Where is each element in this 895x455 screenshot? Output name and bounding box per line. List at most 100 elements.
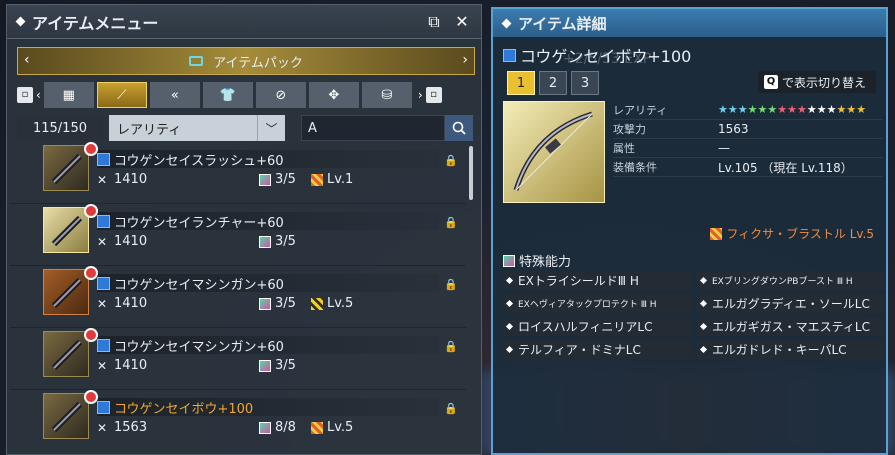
diamond-icon (505, 322, 514, 331)
rarity-star-icon: ★ (797, 103, 807, 116)
toggle-display-hint[interactable]: Q で表示切り替え (757, 71, 876, 93)
level-tab-1[interactable]: 1 (507, 71, 535, 95)
item-detail-panel: アイテム詳細 コウゲンセイボウ+100 +2/5/53 EXP 1 2 3 Q … (491, 7, 888, 455)
search-button[interactable] (445, 115, 473, 141)
rarity-star-icon: ★ (757, 103, 768, 116)
attack-label: 攻撃力 (613, 123, 646, 136)
no-entry-icon (84, 390, 98, 404)
rarity-star-icon: ★ (737, 103, 748, 116)
item-slot-value: 3/5 (275, 358, 296, 373)
rarity-star-icon: ★ (846, 103, 857, 116)
item-fixa-level: Lv.5 (311, 420, 353, 435)
lock-icon[interactable]: 🔒 (444, 216, 458, 229)
weapon-icon (51, 277, 83, 309)
item-menu-header: アイテムメニュー ⧉ ✕ (7, 5, 481, 39)
item-row[interactable]: コウゲンセイスラッシュ+60 ✕ 1410 3/5 Lv.1 🔒 (10, 142, 466, 204)
fixa-icon (311, 173, 323, 186)
item-attack: 1563 (114, 420, 148, 435)
tab-weapons[interactable]: ⟋ (96, 82, 147, 108)
item-row[interactable]: コウゲンセイマシンガン+60 ✕ 1410 3/5 🔒 (10, 328, 466, 390)
tab-consumables[interactable]: ✥ (308, 82, 359, 108)
chevron-down-icon[interactable]: ﹀ (257, 115, 285, 141)
attack-icon: ✕ (97, 358, 108, 373)
item-row[interactable]: コウゲンセイボウ+100 ✕ 1563 8/8 Lv.5 🔒 (10, 390, 466, 447)
item-thumbnail (43, 331, 89, 377)
list-scrollbar[interactable] (469, 146, 473, 200)
sort-dropdown[interactable]: レアリティ ﹀ (109, 115, 285, 141)
special-ability-item: EXブリングダウンPBブースト Ⅲ H (697, 271, 885, 290)
special-ability-label: エルガドレド・キーパLC (712, 343, 847, 357)
pack-icon (189, 56, 204, 66)
item-pack-selector[interactable]: ‹ アイテムパック › (17, 47, 475, 75)
no-entry-icon (84, 204, 98, 218)
rarity-label: レアリティ (613, 104, 668, 117)
tab-units[interactable]: « (149, 82, 200, 108)
item-name: コウゲンセイボウ+100 (114, 401, 254, 417)
element-value: — (718, 141, 730, 155)
tab-costumes[interactable]: 👕 (202, 82, 253, 108)
rarity-star-icon: ★ (747, 103, 758, 116)
tab-bags[interactable]: ⛁ (361, 82, 412, 108)
diamond-icon (505, 276, 514, 285)
item-row[interactable]: コウゲンセイランチャー+60 ✕ 1410 3/5 🔒 (10, 204, 466, 266)
rarity-star-icon: ★ (787, 103, 797, 116)
level-tab-2[interactable]: 2 (539, 71, 567, 95)
special-ability-label: エルガギガス・マエスティLC (712, 320, 870, 334)
special-ability-item: テルフィア・ドミナLC (503, 340, 691, 359)
special-ability-title: 特殊能力 (519, 255, 572, 270)
special-ability-label: EXトライシールドⅢ H (518, 274, 639, 288)
fixa-icon (311, 297, 323, 310)
special-ability-label: ロイスハルフィニリアLC (518, 320, 653, 334)
level-tab-3[interactable]: 3 (571, 71, 599, 95)
lock-icon[interactable]: 🔒 (444, 340, 458, 353)
special-abilities-grid: EXトライシールドⅢ H EXブリングダウンPBブースト Ⅲ H EXヘヴィアタック… (503, 271, 885, 359)
tab-next-button[interactable]: ▫ (425, 87, 442, 103)
item-name-row: コウゲンセイマシンガン+60 (97, 274, 439, 293)
close-icon[interactable]: ✕ (453, 12, 471, 31)
tab-prev-arrow-icon[interactable]: ‹ (36, 88, 41, 102)
weapon-type-icon (97, 214, 110, 228)
item-name-row: コウゲンセイマシンガン+60 (97, 336, 439, 355)
item-row[interactable]: コウゲンセイマシンガン+60 ✕ 1410 3/5 Lv.5 🔒 (10, 266, 466, 328)
item-fixa-level: Lv.1 (311, 172, 353, 187)
special-ability-label: テルフィア・ドミナLC (518, 343, 641, 357)
diamond-icon (505, 299, 514, 308)
special-ability-label: エルガグラディエ・ソールLC (712, 297, 870, 311)
window-toggle-icon[interactable]: ⧉ (425, 12, 443, 31)
weapon-type-icon (97, 276, 110, 290)
attack-row: 攻撃力 1563 (613, 120, 883, 139)
sword-icon: ⟋ (117, 87, 127, 103)
lock-icon[interactable]: 🔒 (444, 402, 458, 415)
search-input[interactable]: A (301, 115, 445, 141)
item-slots: 3/5 (259, 358, 311, 373)
pack-next-icon[interactable]: › (462, 52, 468, 68)
tab-tags[interactable]: ⊘ (255, 82, 306, 108)
equip-label: 装備条件 (613, 161, 657, 174)
toggle-display-label: で表示切り替え (781, 75, 866, 90)
attack-icon: ✕ (97, 296, 108, 311)
rarity-star-icon: ★ (836, 103, 847, 116)
item-body: コウゲンセイボウ+100 ✕ 1563 8/8 Lv.5 (97, 393, 466, 435)
tab-all[interactable]: ▦ (43, 82, 94, 108)
bag-icon: ⛁ (381, 87, 393, 103)
filter-row: 115/150 レアリティ ﹀ A (17, 115, 483, 141)
item-name: コウゲンセイマシンガン+60 (114, 339, 284, 355)
diamond-icon (501, 18, 512, 28)
attack-icon: ✕ (97, 420, 108, 435)
special-ability-label: EXヘヴィアタックプロテクト Ⅲ H (518, 300, 657, 310)
item-image (503, 101, 605, 203)
item-slots: 3/5 (259, 234, 311, 249)
special-ability-item: エルガギガス・マエスティLC (697, 317, 885, 336)
tab-prev-button[interactable]: ▫ (17, 87, 33, 103)
lock-icon[interactable]: 🔒 (444, 278, 458, 291)
tab-next-arrow-icon[interactable]: › (418, 88, 423, 102)
lock-icon[interactable]: 🔒 (444, 154, 458, 167)
item-stats: ✕ 1410 3/5 Lv.5 (97, 296, 466, 311)
item-attack: 1410 (114, 234, 148, 249)
item-attack: 1410 (114, 172, 148, 187)
item-name-row: コウゲンセイスラッシュ+60 (97, 150, 439, 169)
fixa-label: フィクサ・ブラストル Lv.5 (726, 227, 874, 241)
special-ability-item: EXトライシールドⅢ H (503, 271, 691, 290)
item-fixa-level: Lv.5 (311, 296, 353, 311)
pack-prev-icon[interactable]: ‹ (24, 52, 30, 68)
